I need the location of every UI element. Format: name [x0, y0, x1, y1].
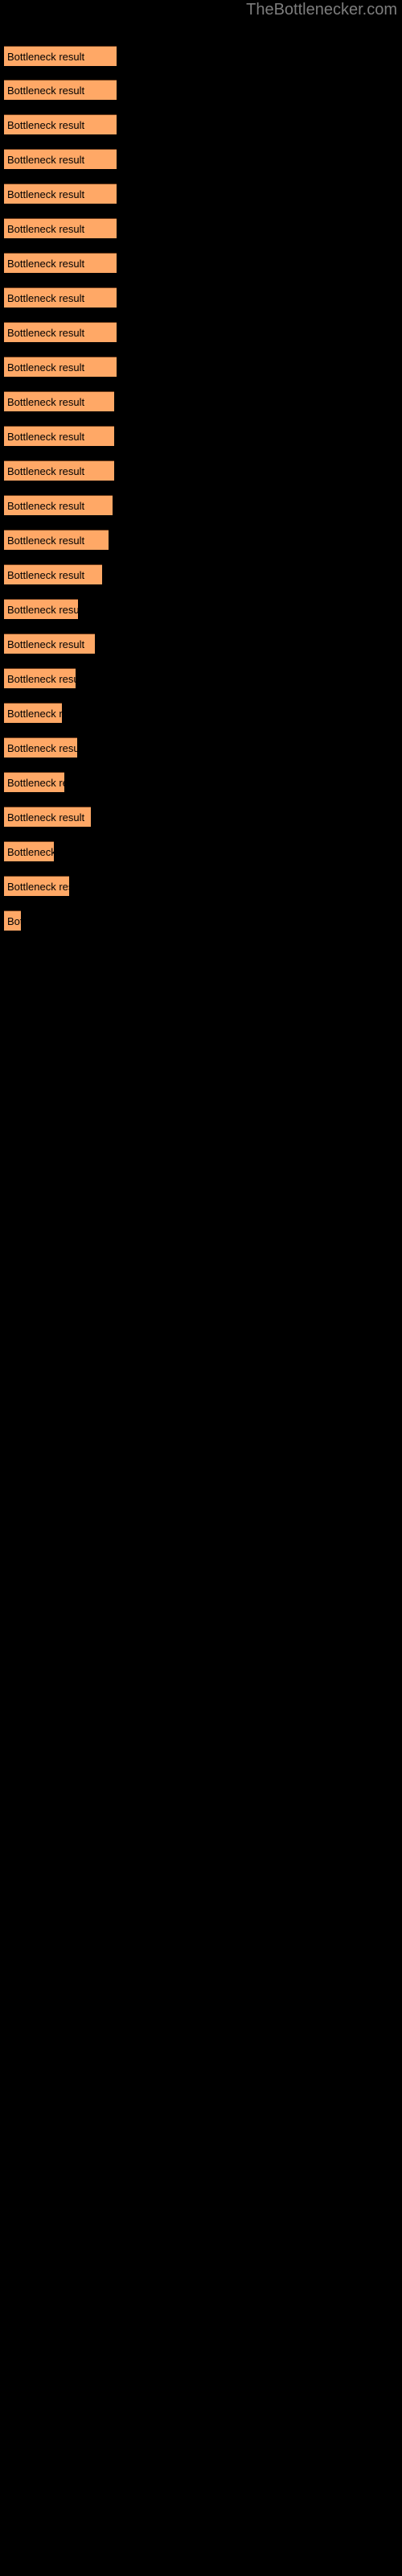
- bar-label: Bottleneck result: [7, 846, 54, 858]
- bar-16[interactable]: Bottleneck result: [4, 564, 102, 584]
- bar-label: Bottleneck result: [7, 223, 85, 235]
- bar-label: Bottleneck result: [7, 638, 85, 650]
- bar-label: Bottleneck result: [7, 361, 85, 374]
- bar-5[interactable]: Bottleneck result: [4, 184, 117, 204]
- bar-4[interactable]: Bottleneck result: [4, 149, 117, 169]
- bar-label: Bottleneck result: [7, 51, 85, 63]
- bar-8[interactable]: Bottleneck result: [4, 287, 117, 308]
- bar-15[interactable]: Bottleneck result: [4, 530, 109, 550]
- bar-26[interactable]: Bottleneck result: [4, 910, 21, 931]
- bar-24[interactable]: Bottleneck result: [4, 841, 54, 861]
- bar-label: Bottleneck result: [7, 500, 85, 512]
- bar-label: Bottleneck result: [7, 915, 21, 927]
- bar-14[interactable]: Bottleneck result: [4, 495, 113, 515]
- bar-23[interactable]: Bottleneck result: [4, 807, 91, 827]
- bar-label: Bottleneck result: [7, 673, 76, 685]
- bar-label: Bottleneck result: [7, 327, 85, 339]
- bar-7[interactable]: Bottleneck result: [4, 253, 117, 273]
- bar-label: Bottleneck result: [7, 811, 85, 824]
- bar-label: Bottleneck result: [7, 258, 85, 270]
- bar-13[interactable]: Bottleneck result: [4, 460, 114, 481]
- bar-label: Bottleneck result: [7, 569, 85, 581]
- bar-10[interactable]: Bottleneck result: [4, 357, 117, 377]
- bar-11[interactable]: Bottleneck result: [4, 391, 114, 411]
- bar-label: Bottleneck result: [7, 119, 85, 131]
- bar-label: Bottleneck result: [7, 881, 69, 893]
- bar-label: Bottleneck result: [7, 535, 85, 547]
- bar-label: Bottleneck result: [7, 396, 85, 408]
- bar-20[interactable]: Bottleneck result: [4, 703, 62, 723]
- bar-22[interactable]: Bottleneck result: [4, 772, 64, 792]
- bar-label: Bottleneck result: [7, 154, 85, 166]
- bar-9[interactable]: Bottleneck result: [4, 322, 117, 342]
- bar-label: Bottleneck result: [7, 742, 77, 754]
- bar-label: Bottleneck result: [7, 431, 85, 443]
- bar-label: Bottleneck result: [7, 85, 85, 97]
- bottleneck-bar-chart: Bottleneck result Bottleneck result Bottle…: [0, 0, 402, 2576]
- bar-12[interactable]: Bottleneck result: [4, 426, 114, 446]
- bar-18[interactable]: Bottleneck result: [4, 634, 95, 654]
- bar-6[interactable]: Bottleneck result: [4, 218, 117, 238]
- bar-label: Bottleneck result: [7, 188, 85, 200]
- bar-25[interactable]: Bottleneck result: [4, 876, 69, 896]
- bar-21[interactable]: Bottleneck result: [4, 737, 77, 758]
- bar-label: Bottleneck result: [7, 465, 85, 477]
- bar-1[interactable]: Bottleneck result: [4, 46, 117, 66]
- bar-label: Bottleneck result: [7, 777, 64, 789]
- bar-3[interactable]: Bottleneck result: [4, 114, 117, 134]
- bar-label: Bottleneck result: [7, 708, 62, 720]
- bar-17[interactable]: Bottleneck result: [4, 599, 78, 619]
- bar-label: Bottleneck result: [7, 292, 85, 304]
- bar-label: Bottleneck result: [7, 604, 78, 616]
- bar-19[interactable]: Bottleneck result: [4, 668, 76, 688]
- bar-2[interactable]: Bottleneck result: [4, 80, 117, 100]
